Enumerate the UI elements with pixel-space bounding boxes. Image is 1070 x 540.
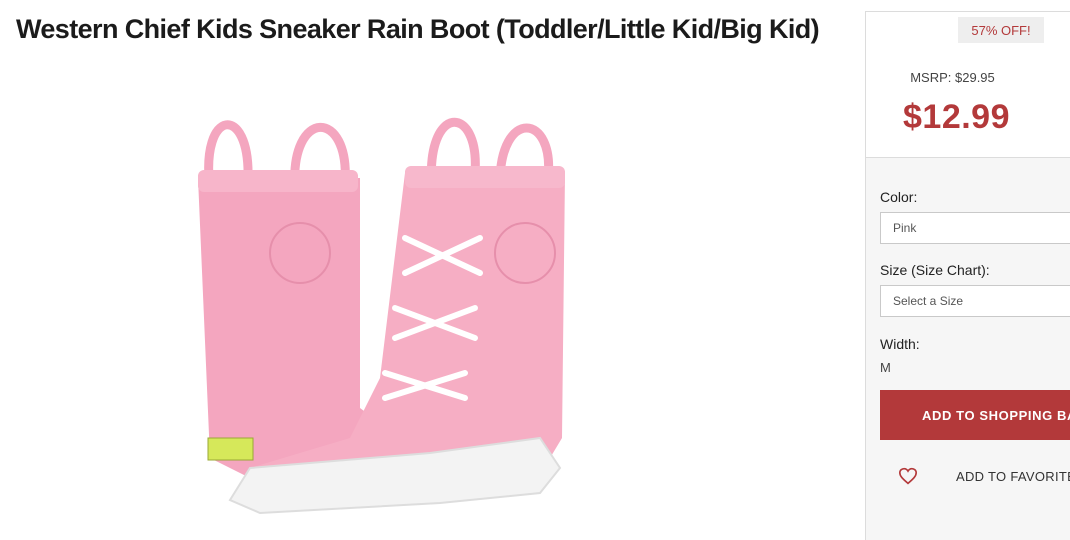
width-label: Width: xyxy=(880,336,920,352)
add-to-favorites-link[interactable]: ADD TO FAVORITES › xyxy=(880,464,1070,492)
price-box: 57% OFF! MSRP: $29.95 $12.99 xyxy=(866,12,1070,158)
sale-price: $12.99 xyxy=(903,98,1010,136)
size-select[interactable]: Select a Size xyxy=(880,285,1070,317)
product-image[interactable] xyxy=(190,108,570,528)
size-label[interactable]: Size (Size Chart): xyxy=(880,262,990,278)
add-to-favorites-label[interactable]: ADD TO FAVORITES › xyxy=(956,469,1070,484)
msrp-price: MSRP: $29.95 xyxy=(910,70,995,85)
discount-badge: 57% OFF! xyxy=(958,17,1044,43)
color-select[interactable]: Pink xyxy=(880,212,1070,244)
product-title: Western Chief Kids Sneaker Rain Boot (To… xyxy=(16,14,820,44)
product-options: Color: Pink Size (Size Chart): Select a … xyxy=(866,158,1070,540)
purchase-panel: 57% OFF! MSRP: $29.95 $12.99 Color: Pink… xyxy=(865,11,1070,540)
pink-rain-boots-image xyxy=(198,117,565,515)
width-value: M xyxy=(880,360,891,375)
color-label: Color: xyxy=(880,189,918,205)
add-to-shopping-bag-button[interactable]: ADD TO SHOPPING BAG xyxy=(880,390,1070,440)
heart-icon[interactable] xyxy=(898,467,918,485)
